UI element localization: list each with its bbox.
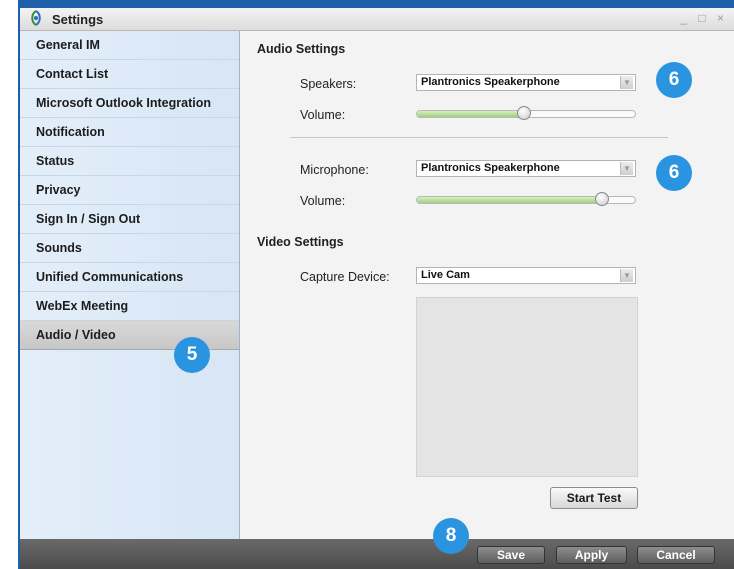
capture-device-select-value: Live Cam bbox=[421, 269, 470, 281]
title-bar[interactable]: Settings _ □ × bbox=[20, 8, 734, 31]
microphone-select-value: Plantronics Speakerphone bbox=[421, 162, 560, 174]
footer-bar: Save Apply Cancel bbox=[20, 539, 734, 569]
settings-sidebar: General IM Contact List Microsoft Outloo… bbox=[20, 31, 240, 539]
section-divider bbox=[290, 137, 668, 138]
start-test-button[interactable]: Start Test bbox=[550, 487, 638, 509]
save-button[interactable]: Save bbox=[477, 546, 545, 564]
callout-badge-sidebar: 5 bbox=[174, 337, 210, 373]
window-title: Settings bbox=[52, 12, 104, 27]
sidebar-item-unified-communications[interactable]: Unified Communications bbox=[20, 263, 239, 292]
audio-settings-heading: Audio Settings bbox=[257, 42, 346, 56]
callout-badge-speakers: 6 bbox=[656, 62, 692, 98]
apply-button[interactable]: Apply bbox=[556, 546, 627, 564]
video-settings-heading: Video Settings bbox=[257, 235, 344, 249]
speaker-volume-fill bbox=[417, 111, 524, 117]
mic-volume-fill bbox=[417, 197, 603, 203]
speakers-label: Speakers: bbox=[300, 77, 357, 91]
capture-device-select[interactable]: Live Cam ▼ bbox=[416, 267, 636, 284]
video-preview bbox=[416, 297, 638, 477]
capture-device-label: Capture Device: bbox=[300, 270, 390, 284]
chevron-down-icon[interactable]: ▼ bbox=[620, 76, 633, 89]
sidebar-item-privacy[interactable]: Privacy bbox=[20, 176, 239, 205]
microphone-select[interactable]: Plantronics Speakerphone ▼ bbox=[416, 160, 636, 177]
app-logo-icon bbox=[28, 10, 44, 26]
speaker-volume-label: Volume: bbox=[300, 108, 346, 122]
mic-volume-thumb[interactable] bbox=[595, 192, 610, 206]
settings-window: Settings _ □ × General IM Contact List M… bbox=[18, 0, 734, 569]
mic-volume-label: Volume: bbox=[300, 194, 346, 208]
sidebar-item-general-im[interactable]: General IM bbox=[20, 31, 239, 60]
microphone-label: Microphone: bbox=[300, 163, 369, 177]
callout-badge-microphone: 6 bbox=[656, 155, 692, 191]
window-controls[interactable]: _ □ × bbox=[680, 11, 728, 25]
sidebar-item-sign-in-out[interactable]: Sign In / Sign Out bbox=[20, 205, 239, 234]
sidebar-item-contact-list[interactable]: Contact List bbox=[20, 60, 239, 89]
speaker-volume-slider[interactable] bbox=[416, 106, 636, 120]
sidebar-item-outlook-integration[interactable]: Microsoft Outlook Integration bbox=[20, 89, 239, 118]
audio-video-panel: Audio Settings Speakers: Plantronics Spe… bbox=[240, 31, 734, 539]
speakers-select[interactable]: Plantronics Speakerphone ▼ bbox=[416, 74, 636, 91]
speaker-volume-thumb[interactable] bbox=[516, 106, 531, 120]
sidebar-item-sounds[interactable]: Sounds bbox=[20, 234, 239, 263]
callout-badge-save: 8 bbox=[433, 518, 469, 554]
mic-volume-slider[interactable] bbox=[416, 192, 636, 206]
speakers-select-value: Plantronics Speakerphone bbox=[421, 76, 560, 88]
sidebar-item-status[interactable]: Status bbox=[20, 147, 239, 176]
chevron-down-icon[interactable]: ▼ bbox=[620, 162, 633, 175]
sidebar-item-webex-meeting[interactable]: WebEx Meeting bbox=[20, 292, 239, 321]
settings-content: General IM Contact List Microsoft Outloo… bbox=[20, 31, 734, 539]
sidebar-item-notification[interactable]: Notification bbox=[20, 118, 239, 147]
cancel-button[interactable]: Cancel bbox=[637, 546, 715, 564]
chevron-down-icon[interactable]: ▼ bbox=[620, 269, 633, 282]
